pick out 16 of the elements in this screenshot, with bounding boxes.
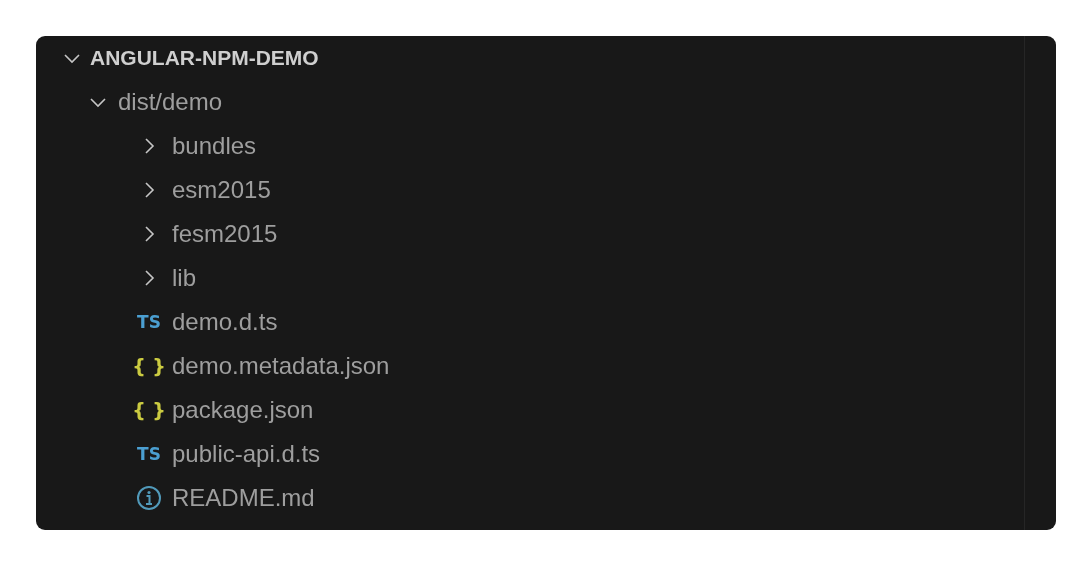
folder-name[interactable]: bundles xyxy=(172,132,257,160)
folder-name[interactable]: lib xyxy=(172,264,196,292)
typescript-icon: TS xyxy=(137,312,161,332)
folder-name[interactable]: esm2015 xyxy=(172,176,271,204)
file-name[interactable]: public-api.d.ts xyxy=(172,440,321,468)
info-icon xyxy=(136,485,162,511)
json-braces-icon: { } xyxy=(132,399,166,421)
file-name[interactable]: demo.metadata.json xyxy=(172,352,390,380)
json-braces-icon: { } xyxy=(132,355,166,377)
typescript-icon: TS xyxy=(137,444,161,464)
file-name[interactable]: README.md xyxy=(172,484,315,512)
file-name[interactable]: demo.d.ts xyxy=(172,308,278,336)
file-name[interactable]: package.json xyxy=(172,396,314,424)
project-title[interactable]: ANGULAR-NPM-DEMO xyxy=(90,46,319,70)
folder-name[interactable]: fesm2015 xyxy=(172,220,278,248)
folder-name[interactable]: dist/demo xyxy=(118,88,223,116)
